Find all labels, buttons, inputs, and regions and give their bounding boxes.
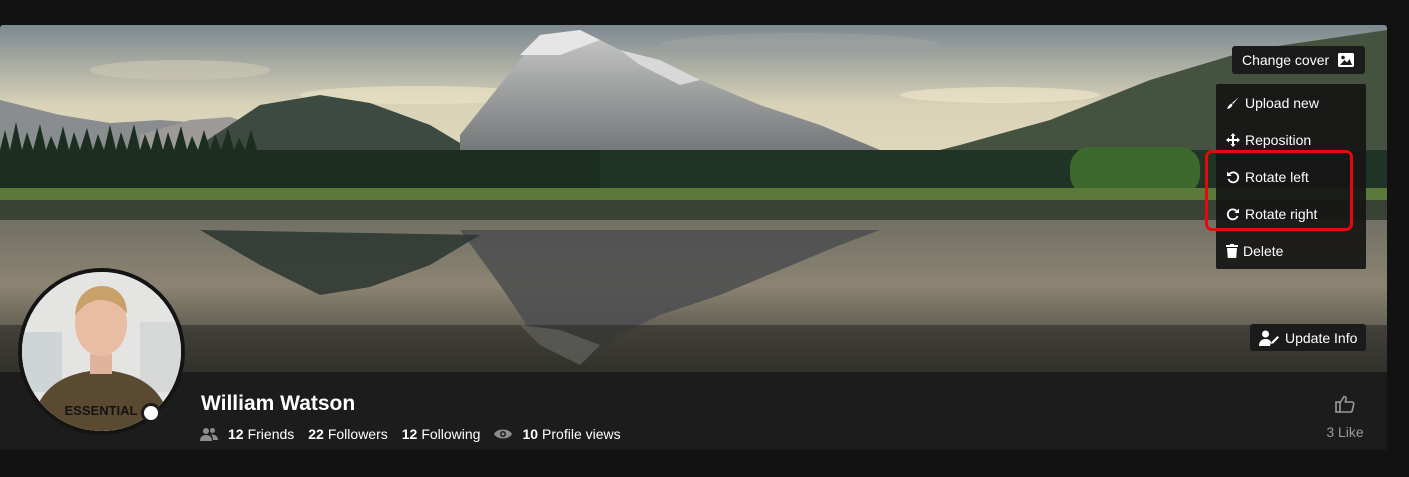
friends-label: Friends: [247, 426, 295, 442]
rotate-left-icon: [1227, 170, 1240, 183]
brush-icon: [1227, 96, 1239, 109]
eye-icon: [494, 429, 513, 439]
friends-stat[interactable]: 12 Friends: [228, 426, 294, 442]
profile-name[interactable]: William Watson: [201, 392, 355, 416]
menu-item-rotate-left[interactable]: Rotate left: [1216, 158, 1366, 195]
shirt-text: ESSENTIAL: [65, 403, 138, 418]
views-count: 10: [522, 426, 539, 442]
menu-item-label: Delete: [1243, 242, 1284, 259]
change-cover-label: Change cover: [1242, 52, 1330, 68]
cover-image: [0, 25, 1387, 372]
profile-stats: 12 Friends 22 Followers 12 Following 10 …: [200, 424, 635, 444]
online-status-dot: [141, 403, 161, 423]
thumbs-up-icon: [1335, 395, 1355, 413]
rotate-right-icon: [1226, 207, 1239, 220]
trash-icon: [1226, 243, 1238, 258]
user-edit-icon: [1259, 330, 1279, 346]
change-cover-button[interactable]: Change cover: [1232, 46, 1366, 74]
menu-item-label: Rotate right: [1245, 205, 1318, 222]
menu-item-rotate-right[interactable]: Rotate right: [1216, 195, 1366, 232]
menu-item-upload-new[interactable]: Upload new: [1216, 84, 1366, 121]
followers-count: 22: [308, 426, 324, 442]
menu-item-reposition[interactable]: Reposition: [1216, 121, 1366, 158]
menu-item-delete[interactable]: Delete: [1216, 232, 1366, 269]
followers-stat[interactable]: 22 Followers: [308, 426, 387, 442]
profile-card: Change cover Upload new Reposition Rotat…: [0, 25, 1387, 450]
users-icon: [200, 428, 218, 441]
image-icon: [1338, 53, 1355, 67]
following-stat[interactable]: 12 Following: [402, 426, 481, 442]
followers-label: Followers: [327, 426, 388, 442]
menu-item-label: Upload new: [1245, 94, 1319, 111]
update-info-button[interactable]: Update Info: [1250, 324, 1367, 351]
move-arrows-icon: [1226, 132, 1240, 147]
update-info-label: Update Info: [1285, 329, 1358, 346]
following-count: 12: [401, 426, 418, 442]
like-button[interactable]: 3 Like: [1320, 395, 1370, 440]
like-count: 3 Like: [1326, 424, 1364, 440]
menu-item-label: Reposition: [1245, 131, 1312, 148]
menu-item-label: Rotate left: [1245, 168, 1309, 185]
following-label: Following: [421, 426, 481, 442]
cover-options-menu: Upload new Reposition Rotate left Rotate…: [1216, 84, 1366, 269]
views-label: Profile views: [542, 426, 621, 442]
cover-photo: Change cover Upload new Reposition Rotat…: [0, 25, 1387, 372]
friends-count: 12: [228, 426, 244, 442]
profile-views-stat: 10 Profile views: [522, 426, 620, 442]
